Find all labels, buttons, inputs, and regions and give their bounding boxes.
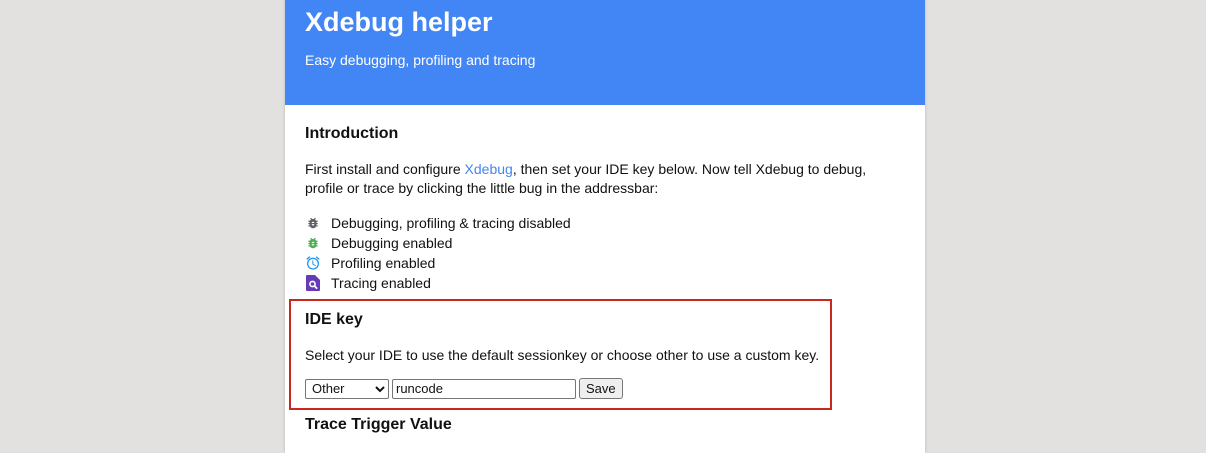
- ide-select[interactable]: Other: [305, 378, 389, 399]
- legend-item-profiling: Profiling enabled: [305, 253, 571, 273]
- trace-trigger-heading: Trace Trigger Value: [305, 416, 452, 433]
- ide-key-section: IDE key Select your IDE to use the defau…: [289, 299, 832, 410]
- header-banner: Xdebug helper Easy debugging, profiling …: [285, 0, 925, 105]
- legend-item-debugging: Debugging enabled: [305, 233, 571, 253]
- ide-key-description: Select your IDE to use the default sessi…: [305, 347, 820, 363]
- page-subtitle: Easy debugging, profiling and tracing: [305, 52, 536, 68]
- ide-key-input[interactable]: [392, 378, 576, 399]
- bug-disabled-icon: [305, 215, 321, 231]
- introduction-text: First install and configure Xdebug, then…: [305, 160, 905, 198]
- ide-key-heading: IDE key: [305, 311, 363, 328]
- introduction-heading: Introduction: [305, 125, 399, 142]
- ide-key-controls: Other Save: [305, 378, 623, 399]
- legend-label: Profiling enabled: [331, 255, 436, 271]
- bug-enabled-icon: [305, 235, 321, 251]
- legend-item-disabled: Debugging, profiling & tracing disabled: [305, 213, 571, 233]
- intro-text-before: First install and configure: [305, 161, 465, 177]
- icon-legend: Debugging, profiling & tracing disabled …: [305, 213, 571, 293]
- save-button[interactable]: Save: [579, 378, 623, 399]
- legend-label: Debugging, profiling & tracing disabled: [331, 215, 571, 231]
- page-title: Xdebug helper: [305, 7, 493, 37]
- legend-label: Tracing enabled: [331, 275, 431, 291]
- legend-label: Debugging enabled: [331, 235, 453, 251]
- legend-item-tracing: Tracing enabled: [305, 273, 571, 293]
- clock-icon: [305, 255, 321, 271]
- xdebug-link[interactable]: Xdebug: [465, 161, 513, 177]
- trace-file-icon: [305, 275, 321, 291]
